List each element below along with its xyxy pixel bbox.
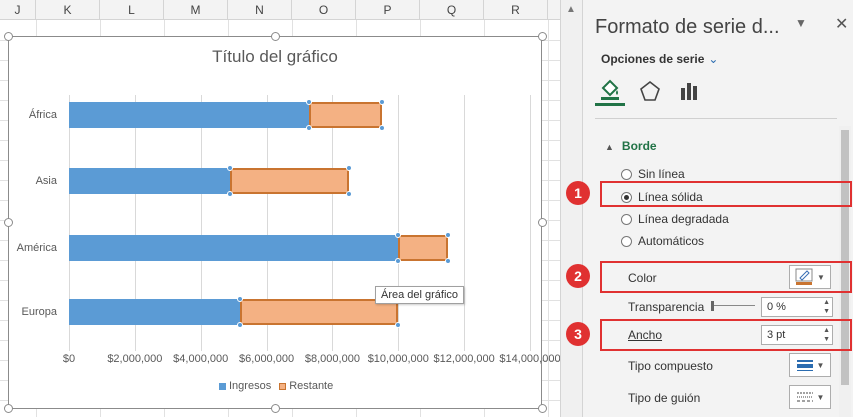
radio-circle-icon	[621, 235, 632, 247]
column-header-q[interactable]: Q	[420, 0, 484, 20]
category-label: Europa	[21, 306, 57, 318]
column-header-o[interactable]: O	[292, 0, 356, 20]
chevron-down-icon: ▼	[816, 392, 825, 402]
column-header-k[interactable]: K	[36, 0, 100, 20]
resize-handle-bl[interactable]	[4, 404, 13, 413]
selection-point[interactable]	[444, 258, 451, 264]
scroll-up-icon[interactable]: ▲	[566, 4, 576, 15]
pane-title: Formato de serie d...	[595, 16, 780, 38]
legend-item-ingresos[interactable]: Ingresos	[219, 380, 271, 392]
compound-type-label: Tipo compuesto	[628, 359, 713, 373]
column-header-r[interactable]: R	[484, 0, 548, 20]
highlight-solid-line	[600, 181, 852, 207]
column-header-p[interactable]: P	[356, 0, 420, 20]
selection-point[interactable]	[345, 191, 352, 197]
close-icon[interactable]: ✕	[835, 14, 848, 34]
resize-handle-r[interactable]	[538, 218, 547, 227]
category-label: América	[16, 242, 57, 254]
selection-point[interactable]	[444, 232, 451, 238]
radio-circle-icon	[621, 213, 632, 225]
bar-ingresos[interactable]	[69, 168, 231, 194]
highlight-width	[600, 319, 852, 351]
dash-type-label: Tipo de guión	[628, 391, 701, 405]
step-badge-1: 1	[566, 181, 590, 205]
selection-point[interactable]	[378, 125, 385, 131]
highlight-color	[600, 261, 852, 293]
transparency-label: Transparencia	[628, 300, 705, 314]
column-header-j[interactable]: J	[0, 0, 36, 20]
bar-ingresos[interactable]	[69, 235, 399, 261]
category-label: Asia	[35, 175, 57, 187]
pane-dropdown-icon[interactable]: ▼	[795, 16, 807, 30]
step-badge-2: 2	[566, 264, 590, 288]
bar-ingresos[interactable]	[69, 299, 241, 325]
radio-automaticos[interactable]: Automáticos	[621, 234, 704, 248]
effects-pentagon-icon[interactable]	[635, 76, 665, 106]
resize-handle-tr[interactable]	[538, 32, 547, 41]
legend-item-restante[interactable]: Restante	[279, 380, 333, 392]
chevron-down-icon: ⌄	[708, 52, 719, 66]
series-options-chart-icon[interactable]	[675, 76, 705, 106]
column-header-l[interactable]: L	[100, 0, 164, 20]
step-badge-3: 3	[566, 322, 590, 346]
column-header-m[interactable]: M	[164, 0, 228, 20]
selection-point[interactable]	[395, 322, 402, 328]
chart-tooltip: Área del gráfico	[375, 286, 465, 304]
dash-type-dropdown[interactable]: ▼	[789, 385, 831, 409]
resize-handle-l[interactable]	[4, 218, 13, 227]
pane-icon-tabs	[595, 76, 705, 106]
resize-handle-tl[interactable]	[4, 32, 13, 41]
format-pane: Formato de serie d... ▼ ✕ Opciones de se…	[582, 0, 853, 417]
gridline	[530, 95, 531, 351]
series-options-dropdown[interactable]: Opciones de serie ⌄	[601, 52, 718, 66]
compound-type-dropdown[interactable]: ▼	[789, 353, 831, 377]
collapse-triangle-icon: ▲	[605, 142, 614, 152]
bar-restante[interactable]	[309, 102, 382, 128]
chart-area[interactable]: Título del gráfico Ingresos Restante $0 $…	[8, 36, 561, 409]
column-header-n[interactable]: N	[228, 0, 292, 20]
bar-restante[interactable]	[230, 168, 349, 194]
resize-handle-t[interactable]	[271, 32, 280, 41]
category-label: África	[28, 109, 57, 121]
section-borde[interactable]: ▲ Borde	[605, 139, 657, 153]
chart-legend[interactable]: Ingresos Restante	[219, 380, 333, 392]
selection-point[interactable]	[237, 322, 244, 328]
spinner-arrows-icon[interactable]: ▲ ▼	[823, 298, 830, 316]
dash-lines-icon	[796, 392, 813, 402]
resize-handle-b[interactable]	[271, 404, 280, 413]
bar-restante[interactable]	[398, 235, 448, 261]
radio-circle-icon	[621, 168, 632, 180]
resize-handle-br[interactable]	[538, 404, 547, 413]
series-options-label: Opciones de serie	[601, 52, 705, 66]
selection-point[interactable]	[378, 99, 385, 105]
column-header: J K L M N O P Q R	[0, 0, 560, 20]
selection-point[interactable]	[306, 125, 313, 131]
selection-point[interactable]	[227, 191, 234, 197]
selection-point[interactable]	[345, 165, 352, 171]
selection-point[interactable]	[395, 258, 402, 264]
chart-title[interactable]: Título del gráfico	[9, 47, 541, 67]
gridline	[464, 95, 466, 351]
gridline	[398, 95, 400, 351]
transparency-input[interactable]: 0 % ▲ ▼	[761, 297, 833, 317]
chevron-down-icon: ▼	[816, 360, 825, 370]
radio-sin-linea[interactable]: Sin línea	[621, 167, 685, 181]
compound-lines-icon	[796, 360, 813, 371]
sheet-scrollbar[interactable]: ▲	[560, 0, 582, 417]
fill-line-icon[interactable]	[595, 76, 625, 106]
bar-ingresos[interactable]	[69, 102, 310, 128]
radio-linea-degradada[interactable]: Línea degradada	[621, 212, 729, 226]
transparency-slider[interactable]	[711, 301, 755, 311]
pane-divider	[595, 118, 837, 119]
